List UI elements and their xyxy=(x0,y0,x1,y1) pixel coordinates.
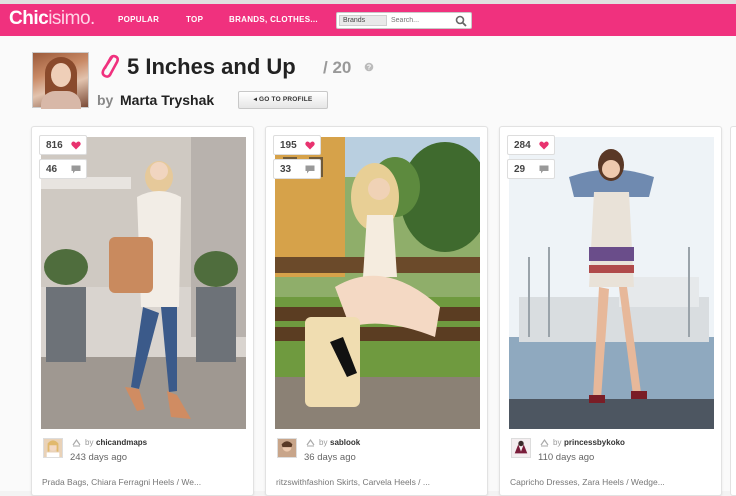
username[interactable]: chicandmaps xyxy=(96,438,147,447)
comments-badge[interactable]: 33 xyxy=(273,159,321,179)
owner-avatar[interactable] xyxy=(32,52,89,109)
help-icon[interactable]: ? xyxy=(364,62,374,72)
nav-link-top[interactable]: TOP xyxy=(186,15,203,24)
comment-icon xyxy=(71,165,81,174)
username[interactable]: sablook xyxy=(330,438,360,447)
likes-badge[interactable]: 816 xyxy=(39,135,87,155)
outfit-card[interactable]: 195 33 by sablook 36 days ago ritzswithf… xyxy=(265,126,488,496)
outfit-photo[interactable] xyxy=(275,137,480,429)
next-card-partial[interactable] xyxy=(730,126,736,496)
search-icon[interactable] xyxy=(455,15,467,27)
top-navigation-bar: Chicisimo. POPULAR TOP BRANDS, CLOTHES..… xyxy=(0,4,736,36)
outfit-photo[interactable] xyxy=(41,137,246,429)
collection-count: / 20 xyxy=(323,58,352,77)
user-avatar[interactable] xyxy=(511,438,531,458)
outfit-photo[interactable] xyxy=(509,137,714,429)
site-logo[interactable]: Chicisimo. xyxy=(9,8,95,30)
svg-text:?: ? xyxy=(367,65,371,72)
author-name[interactable]: Marta Tryshak xyxy=(120,92,214,108)
user-avatar[interactable] xyxy=(277,438,297,458)
outfit-card[interactable]: 284 29 by princessbykoko 110 days ago Ca… xyxy=(499,126,722,496)
user-avatar[interactable] xyxy=(43,438,63,458)
via-icon xyxy=(306,438,315,447)
tag-list[interactable]: Capricho Dresses, Zara Heels / Wedge... xyxy=(510,477,713,487)
heart-icon xyxy=(305,141,315,150)
post-time: 36 days ago xyxy=(304,452,356,463)
post-time: 243 days ago xyxy=(70,452,128,463)
comments-badge[interactable]: 29 xyxy=(507,159,555,179)
search-box: Brands xyxy=(336,12,472,29)
search-input[interactable] xyxy=(391,15,453,26)
nav-link-popular[interactable]: POPULAR xyxy=(118,15,159,24)
collection-title: 5 Inches and Up xyxy=(127,54,296,79)
go-to-profile-button[interactable]: ◂ GO TO PROFILE xyxy=(238,91,328,109)
by-label: by xyxy=(85,438,94,447)
paperclip-icon xyxy=(101,54,120,78)
heart-icon xyxy=(539,141,549,150)
comments-badge[interactable]: 46 xyxy=(39,159,87,179)
comment-icon xyxy=(305,165,315,174)
post-time: 110 days ago xyxy=(538,452,595,463)
search-category-select[interactable]: Brands xyxy=(339,15,387,26)
by-label: by xyxy=(97,92,114,108)
via-icon xyxy=(540,438,549,447)
tag-list[interactable]: ritzswithfashion Skirts, Carvela Heels /… xyxy=(276,477,479,487)
outfit-card[interactable]: 816 46 by chicandmaps 243 days ago Prada… xyxy=(31,126,254,496)
nav-link-brands-clothes[interactable]: BRANDS, CLOTHES... xyxy=(229,15,318,24)
comment-icon xyxy=(539,165,549,174)
username[interactable]: princessbykoko xyxy=(564,438,625,447)
likes-badge[interactable]: 284 xyxy=(507,135,555,155)
likes-badge[interactable]: 195 xyxy=(273,135,321,155)
tag-list[interactable]: Prada Bags, Chiara Ferragni Heels / We..… xyxy=(42,477,245,487)
via-icon xyxy=(72,438,81,447)
heart-icon xyxy=(71,141,81,150)
by-label: by xyxy=(319,438,328,447)
by-label: by xyxy=(553,438,562,447)
